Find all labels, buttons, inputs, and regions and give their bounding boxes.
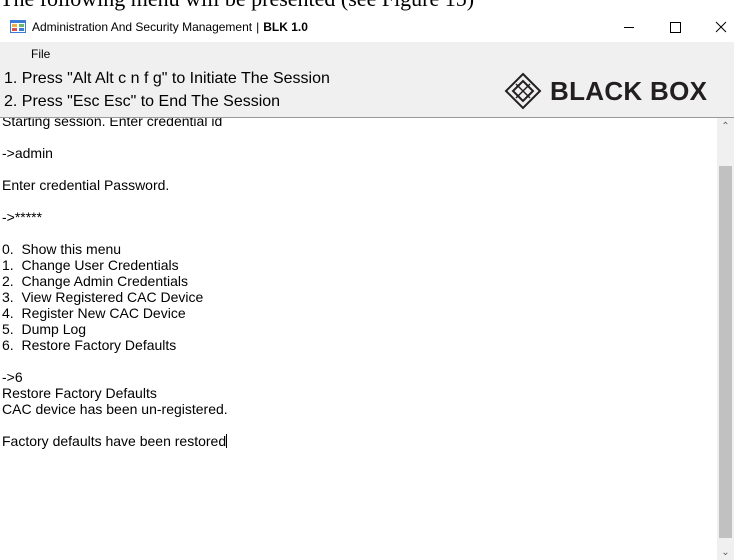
vertical-scrollbar[interactable]: ⌃ ⌄: [717, 118, 734, 560]
menu-file[interactable]: File: [31, 47, 50, 61]
window-title: Administration And Security Management | B…: [32, 20, 308, 34]
chevron-up-icon: ⌃: [721, 121, 730, 132]
brand-logo-text: BLACK BOX: [550, 76, 708, 106]
document-text-crop: The following menu will be presented (se…: [0, 0, 734, 12]
console-line: 0. Show this menu: [2, 241, 122, 257]
console-line: Restore Factory Defaults: [2, 385, 157, 401]
chevron-down-icon: ⌄: [721, 547, 730, 558]
console-text[interactable]: Starting session. Enter credential id ->…: [2, 117, 716, 449]
console-line: 6. Restore Factory Defaults: [2, 337, 177, 353]
menu-bar: File: [0, 42, 734, 66]
console-line: ->6: [2, 369, 23, 385]
instructions-panel: 1. Press "Alt Alt c n f g" to Initiate T…: [0, 66, 734, 117]
minimize-icon: [624, 26, 634, 28]
app-window-icon: [10, 20, 26, 33]
console-line: 5. Dump Log: [2, 321, 87, 337]
console-line: 4. Register New CAC Device: [2, 305, 186, 321]
brand-logo: BLACK BOX: [504, 72, 732, 110]
title-bar[interactable]: Administration And Security Management | B…: [0, 12, 734, 42]
window-title-version: BLK 1.0: [263, 20, 308, 34]
diamond-logo-icon: [504, 72, 542, 110]
window-title-name: Administration And Security Management: [32, 20, 253, 34]
maximize-icon: [669, 21, 681, 33]
console-line: ->admin: [2, 145, 53, 161]
window-title-separator: |: [256, 20, 260, 34]
close-icon: [715, 21, 727, 33]
console-line: Enter credential Password.: [2, 177, 170, 193]
instruction-initiate-session: 1. Press "Alt Alt c n f g" to Initiate T…: [4, 70, 330, 87]
instruction-end-session: 2. Press "Esc Esc" to End The Session: [4, 93, 281, 110]
scroll-up-button[interactable]: ⌃: [717, 118, 734, 135]
console-output[interactable]: Starting session. Enter credential id ->…: [0, 117, 734, 560]
close-button[interactable]: [698, 12, 734, 42]
minimize-button[interactable]: [606, 12, 652, 42]
console-line: 1. Change User Credentials: [2, 257, 179, 273]
text-caret: [226, 434, 228, 448]
maximize-button[interactable]: [652, 12, 698, 42]
console-line: Starting session. Enter credential id: [2, 117, 223, 129]
app-window: Administration And Security Management | B…: [0, 12, 734, 560]
console-line: Factory defaults have been restored: [2, 433, 228, 449]
scroll-down-button[interactable]: ⌄: [717, 544, 734, 560]
console-line: ->*****: [2, 209, 43, 225]
document-crop-text: The following menu will be presented (se…: [0, 0, 474, 12]
console-line: 2. Change Admin Credentials: [2, 273, 188, 289]
console-line: CAC device has been un-registered.: [2, 401, 228, 417]
scrollbar-thumb[interactable]: [719, 166, 732, 538]
console-line: 3. View Registered CAC Device: [2, 289, 204, 305]
